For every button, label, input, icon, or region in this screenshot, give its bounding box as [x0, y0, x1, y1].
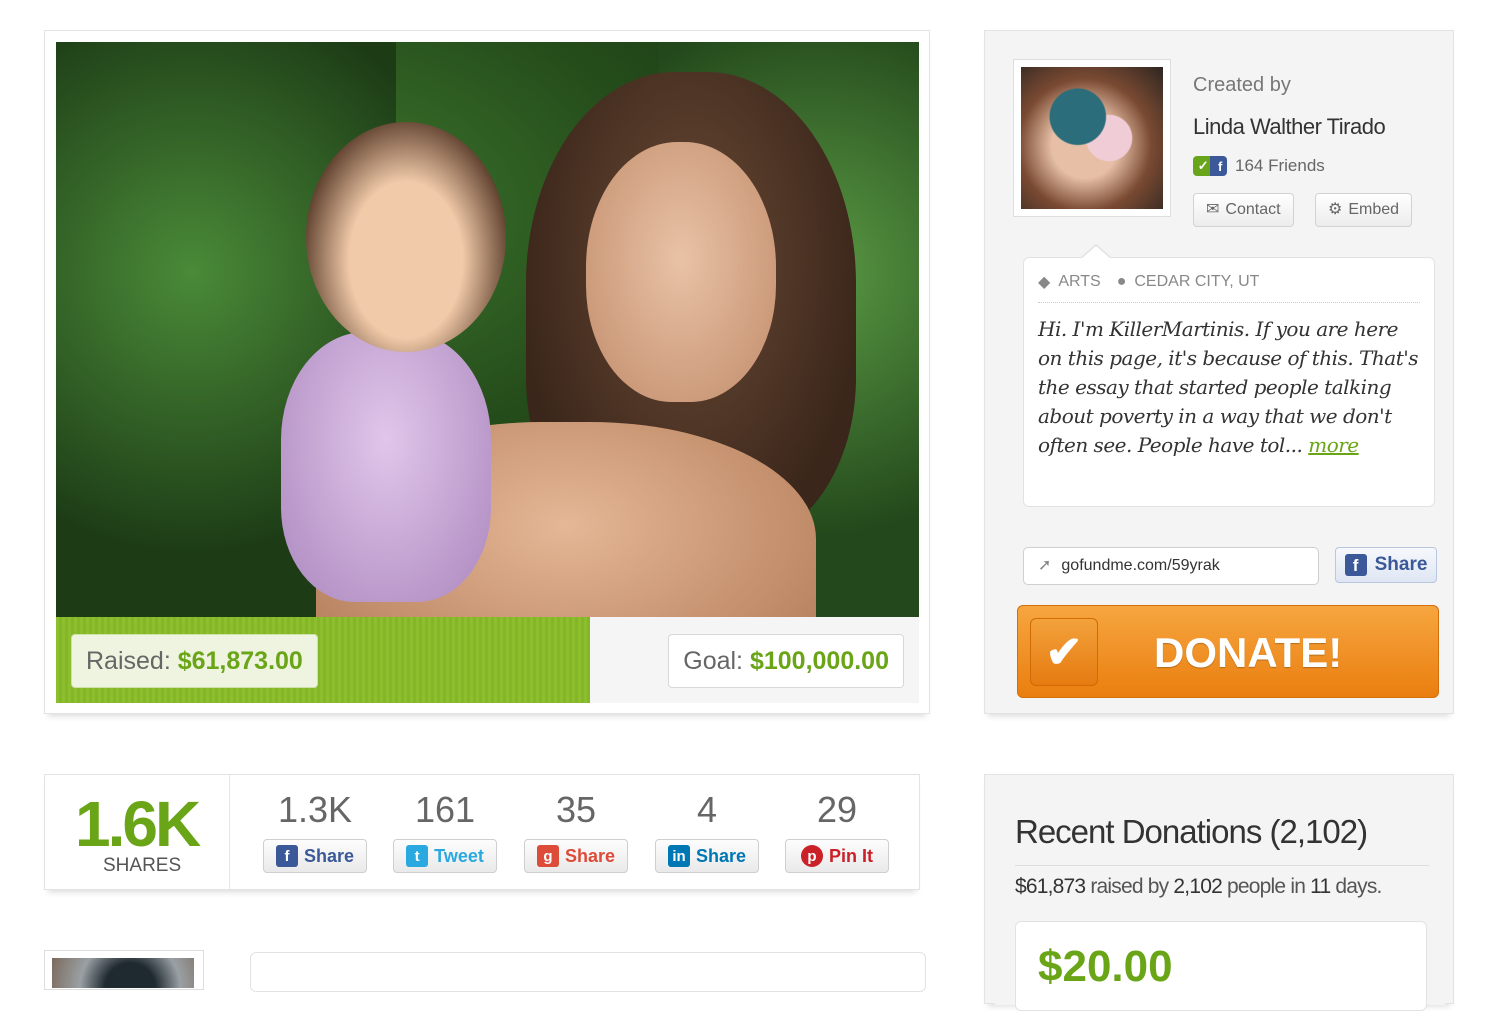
- share-label: Share: [695, 845, 747, 866]
- google-plus-share-button[interactable]: g Share: [524, 839, 628, 873]
- friends-label: 164 Friends: [1235, 156, 1325, 175]
- twitter-tweet-button[interactable]: t Tweet: [393, 839, 497, 873]
- total-shares-count: 1.6K: [75, 788, 201, 860]
- pinterest-pin-button[interactable]: p Pin It: [785, 839, 889, 873]
- campaign-photo-card: Raised: $61,873.00 Goal: $100,000.00: [44, 30, 930, 714]
- linkedin-share-button[interactable]: in Share: [655, 839, 759, 873]
- share-facebook: 1.3K f Share: [263, 789, 367, 873]
- facebook-share-button[interactable]: f Share: [1335, 547, 1437, 583]
- category-tag[interactable]: ◆ ARTS: [1038, 272, 1101, 292]
- category-label: ARTS: [1058, 273, 1101, 290]
- location-label: CEDAR CITY, UT: [1134, 273, 1260, 290]
- story-box: ◆ ARTS ● CEDAR CITY, UT Hi. I'm KillerMa…: [1023, 244, 1435, 507]
- share-label: Share: [303, 845, 355, 866]
- google-plus-icon: g: [536, 845, 559, 867]
- linkedin-icon: in: [667, 845, 690, 867]
- summary-people: 2,102: [1173, 875, 1222, 898]
- pinterest-icon: p: [801, 845, 823, 867]
- envelope-icon: ✉: [1206, 201, 1220, 218]
- recent-donations-title: Recent Donations (2,102): [1015, 813, 1368, 850]
- creator-avatar[interactable]: [1013, 59, 1171, 217]
- share-count: 29: [816, 789, 858, 830]
- share-label: Tweet: [434, 845, 484, 866]
- campaign-url-field[interactable]: ➚ gofundme.com/59yrak: [1023, 547, 1319, 585]
- summary-amount: $61,873: [1015, 875, 1086, 898]
- facebook-icon: f: [275, 845, 298, 867]
- gear-icon: ⚙: [1328, 201, 1343, 218]
- total-shares-label: SHARES: [103, 855, 182, 876]
- story-more-link[interactable]: more: [1308, 433, 1359, 457]
- facebook-share-button[interactable]: f Share: [263, 839, 367, 873]
- share-google-plus: 35 g Share: [524, 789, 628, 873]
- share-linkedin: 4 in Share: [655, 789, 759, 873]
- embed-label: Embed: [1348, 201, 1400, 218]
- raised-amount-box: Raised: $61,873.00: [71, 634, 318, 688]
- shares-bar: 1.6K SHARES 1.3K f Share 161 t Tweet 35 …: [44, 774, 920, 890]
- raised-label: Raised:: [86, 647, 171, 675]
- created-by-label: Created by: [1193, 74, 1291, 96]
- donate-label: DONATE!: [1154, 629, 1343, 676]
- facebook-share-label: Share: [1374, 554, 1428, 575]
- donation-item: $20.00: [1015, 921, 1427, 1011]
- share-twitter: 161 t Tweet: [393, 789, 497, 873]
- campaign-photo: [56, 42, 919, 617]
- share-label: Pin It: [829, 845, 873, 866]
- total-shares: 1.6K SHARES: [45, 775, 230, 889]
- campaign-url: gofundme.com/59yrak: [1061, 557, 1220, 574]
- share-count: 161: [414, 789, 476, 830]
- goal-label: Goal:: [683, 647, 744, 675]
- share-pinterest: 29 p Pin It: [785, 789, 889, 873]
- twitter-icon: t: [406, 845, 429, 867]
- donation-amount: $20.00: [1038, 942, 1173, 991]
- summary-people-in: people in: [1227, 875, 1306, 898]
- raised-amount: $61,873.00: [177, 647, 303, 675]
- share-count: 4: [696, 789, 718, 830]
- goal-amount: $100,000.00: [749, 647, 889, 675]
- contact-button[interactable]: ✉ Contact: [1193, 193, 1294, 227]
- share-label: Share: [564, 845, 616, 866]
- progress-bar: Raised: $61,873.00 Goal: $100,000.00: [56, 617, 919, 703]
- recent-donations-card: Recent Donations (2,102) $61,873 raised …: [984, 774, 1454, 1011]
- update-avatar[interactable]: [44, 950, 204, 990]
- friends-count: ✓ f 164 Friends: [1193, 156, 1325, 176]
- embed-button[interactable]: ⚙ Embed: [1315, 193, 1413, 227]
- creator-name[interactable]: Linda Walther Tirado: [1193, 114, 1386, 140]
- map-pin-icon: ●: [1116, 273, 1127, 290]
- share-count: 1.3K: [277, 789, 353, 830]
- facebook-verified-icon: ✓ f: [1193, 156, 1227, 176]
- story-excerpt: Hi. I'm KillerMartinis. If you are here …: [1038, 317, 1419, 457]
- cursor-icon: ➚: [1038, 557, 1052, 574]
- summary-days: 11: [1310, 875, 1331, 898]
- story-text: Hi. I'm KillerMartinis. If you are here …: [1038, 315, 1420, 460]
- divider: [1015, 865, 1429, 866]
- donate-button[interactable]: ✔ DONATE!: [1017, 605, 1439, 698]
- facebook-icon: f: [1344, 554, 1367, 576]
- story-meta: ◆ ARTS ● CEDAR CITY, UT: [1038, 272, 1420, 303]
- share-count: 35: [555, 789, 597, 830]
- update-box: [250, 952, 926, 992]
- creator-card: Created by Linda Walther Tirado ✓ f 164 F…: [984, 30, 1454, 714]
- tag-icon: ◆: [1038, 274, 1051, 291]
- summary-raised-by: raised by: [1090, 875, 1169, 898]
- goal-amount-box: Goal: $100,000.00: [668, 634, 904, 688]
- contact-label: Contact: [1225, 201, 1281, 218]
- location-tag[interactable]: ● CEDAR CITY, UT: [1117, 272, 1260, 292]
- checkmark-icon: ✔: [1030, 618, 1098, 686]
- summary-days-label: days.: [1335, 875, 1382, 898]
- donations-summary: $61,873 raised by 2,102 people in 11 day…: [1015, 875, 1382, 899]
